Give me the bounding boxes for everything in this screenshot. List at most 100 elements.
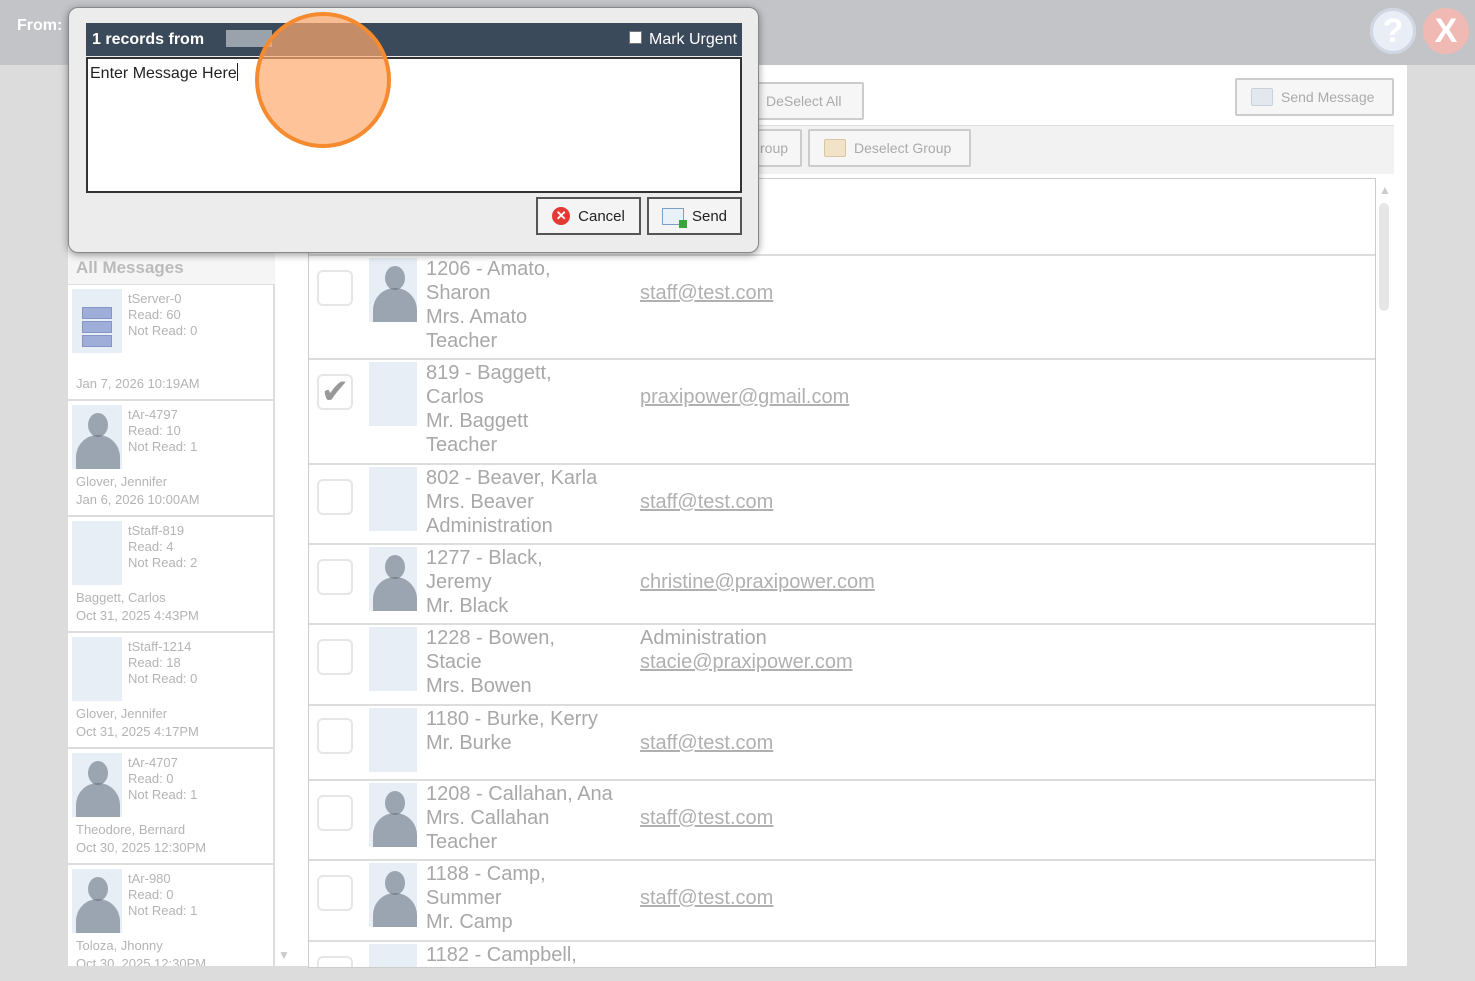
mark-urgent-label[interactable]: Mark Urgent	[649, 31, 737, 49]
message-item[interactable]: tStaff-819 Read: 4 Not Read: 2 Baggett, Ca…	[68, 517, 275, 633]
avatar	[72, 637, 122, 701]
recipient-name: 819 - Baggett,	[426, 362, 552, 384]
sender-name: Glover, Jennifer	[76, 474, 168, 489]
recipient-name: 1206 - Amato,	[426, 258, 551, 280]
recipient-row[interactable]: 1206 - Amato, Sharon Mrs. Amato Teacher sta…	[309, 254, 1375, 358]
message-item[interactable]: tServer-0 Read: 60 Not Read: 0 Jan 7, 2026…	[68, 285, 275, 401]
recipient-email-link[interactable]: staff@test.com	[640, 281, 773, 305]
recipient-name: 1180 - Burke, Kerry	[426, 708, 598, 730]
send-button[interactable]: Send	[647, 197, 742, 235]
recipient-role: Teacher	[426, 330, 498, 352]
recipient-department: Administration	[640, 627, 767, 649]
message-date: Oct 30, 2025 12:30PM	[76, 956, 207, 966]
recipient-row[interactable]: 1277 - Black, Jeremy Mr. Black christine@p…	[309, 543, 1375, 623]
message-text: Enter Message Here	[90, 63, 238, 83]
message-item[interactable]: tAr-980 Read: 0 Not Read: 1 Toloza, Jhonny…	[68, 865, 275, 966]
help-icon[interactable]: ?	[1370, 8, 1416, 54]
recipient-title: Mrs. Beaver	[426, 491, 534, 513]
message-textarea[interactable]: Enter Message Here	[86, 57, 742, 193]
recipient-checkbox[interactable]: ✔	[317, 374, 353, 410]
not-read-count: Not Read: 2	[128, 555, 198, 570]
cancel-button[interactable]: ✕ Cancel	[536, 197, 641, 235]
recipient-email-link[interactable]: stacie@praxipower.com	[640, 650, 853, 674]
avatar	[369, 362, 417, 426]
close-icon[interactable]: X	[1423, 8, 1469, 54]
recipient-email-link[interactable]: christine@praxipower.com	[640, 570, 875, 594]
recipient-checkbox[interactable]	[317, 559, 353, 595]
mark-urgent-checkbox[interactable]	[629, 31, 642, 44]
deselect-group-button[interactable]: Deselect Group	[808, 129, 971, 167]
read-count: Read: 0	[128, 771, 174, 786]
message-id: tStaff-1214	[128, 639, 192, 654]
read-count: Read: 60	[128, 307, 181, 322]
recipient-title: Mr. Camp	[426, 911, 513, 933]
recipient-email-link[interactable]: staff@test.com	[640, 731, 773, 755]
recipient-list: 1206 - Amato, Sharon Mrs. Amato Teacher sta…	[308, 178, 1376, 968]
read-count: Read: 4	[128, 539, 174, 554]
not-read-count: Not Read: 0	[128, 323, 198, 338]
recipient-name: 802 - Beaver, Karla	[426, 467, 598, 489]
deselect-group-label: Deselect Group	[854, 140, 952, 156]
cancel-label: Cancel	[578, 207, 625, 225]
avatar-placeholder-icon	[72, 753, 122, 817]
sender-name: Baggett, Carlos	[76, 590, 166, 605]
sender-name: Theodore, Bernard	[76, 822, 186, 837]
recipient-role: Teacher	[426, 434, 498, 456]
avatar	[369, 708, 417, 772]
recipient-email-link[interactable]: staff@test.com	[640, 886, 773, 910]
send-message-dialog: 1 records from Mark Urgent Enter Message…	[68, 7, 759, 253]
scroll-thumb[interactable]	[1379, 203, 1389, 311]
recipient-checkbox[interactable]	[317, 639, 353, 675]
deselect-all-button[interactable]: DeSelect All	[750, 82, 864, 120]
message-id: tAr-980	[128, 871, 171, 886]
recipient-row[interactable]: ✔ 819 - Baggett, Carlos Mr. Baggett Teacher…	[309, 358, 1375, 463]
recipient-name: 1208 - Callahan, Ana	[426, 783, 613, 805]
dialog-header: 1 records from Mark Urgent	[86, 23, 742, 56]
read-count: Read: 0	[128, 887, 174, 902]
recipient-name: 1188 - Camp,	[426, 863, 546, 885]
message-date: Jan 7, 2026 10:19AM	[76, 376, 200, 391]
envelope-icon	[1251, 88, 1273, 106]
select-group-label: roup	[760, 140, 789, 156]
message-id: tStaff-819	[128, 523, 185, 538]
recipient-name: 1182 - Campbell,	[426, 944, 577, 966]
list-scrollbar[interactable]: ▲	[1377, 183, 1393, 963]
recipient-checkbox[interactable]	[317, 795, 353, 831]
send-message-button[interactable]: Send Message	[1235, 78, 1394, 116]
recipient-checkbox[interactable]	[317, 270, 353, 306]
avatar	[369, 627, 417, 691]
message-id: tAr-4707	[128, 755, 178, 770]
avatar-placeholder-icon	[72, 405, 122, 469]
recipient-checkbox[interactable]	[317, 956, 353, 967]
recipient-row[interactable]: 1182 - Campbell,	[309, 940, 1375, 967]
recipient-checkbox[interactable]	[317, 875, 353, 911]
recipient-name: 1228 - Bowen,	[426, 627, 555, 649]
recipient-checkbox[interactable]	[317, 718, 353, 754]
scroll-up-icon[interactable]: ▲	[1379, 183, 1391, 197]
recipient-email-link[interactable]: staff@test.com	[640, 490, 773, 514]
message-date: Jan 6, 2026 10:00AM	[76, 492, 200, 507]
sidebar-scroll-down-icon[interactable]: ▼	[278, 948, 290, 962]
recipient-row[interactable]: 1228 - Bowen, Stacie Mrs. Bowen Administra…	[309, 623, 1375, 704]
recipient-checkbox[interactable]	[317, 479, 353, 515]
avatar	[369, 944, 417, 967]
message-item[interactable]: tStaff-1214 Read: 18 Not Read: 0 Glover, J…	[68, 633, 275, 749]
recipient-title: Mrs. Amato	[426, 306, 528, 328]
recipient-row[interactable]: 802 - Beaver, Karla Mrs. Beaver Administra…	[309, 463, 1375, 543]
recipient-role: Teacher	[426, 831, 498, 853]
message-date: Oct 30, 2025 12:30PM	[76, 840, 207, 855]
recipient-row[interactable]: 1188 - Camp, Summer Mr. Camp staff@test.co…	[309, 859, 1375, 940]
message-item[interactable]: tAr-4797 Read: 10 Not Read: 1 Glover, Jenn…	[68, 401, 275, 517]
message-sidebar: All Messages tServer-0 Read: 60 Not Read: …	[68, 250, 275, 966]
cancel-icon: ✕	[552, 207, 571, 225]
recipient-title: Mrs. Callahan	[426, 807, 550, 829]
recipient-row[interactable]: 1180 - Burke, Kerry Mr. Burke staff@test.…	[309, 704, 1375, 779]
not-read-count: Not Read: 1	[128, 903, 198, 918]
server-icon	[72, 289, 122, 353]
recipient-email-link[interactable]: praxipower@gmail.com	[640, 385, 849, 409]
recipient-name: 1277 - Black,	[426, 547, 543, 569]
recipient-title: Mr. Burke	[426, 732, 512, 754]
recipient-row[interactable]: 1208 - Callahan, Ana Mrs. Callahan Teacher…	[309, 779, 1375, 859]
message-item[interactable]: tAr-4707 Read: 0 Not Read: 1 Theodore, Ber…	[68, 749, 275, 865]
recipient-email-link[interactable]: staff@test.com	[640, 806, 773, 830]
